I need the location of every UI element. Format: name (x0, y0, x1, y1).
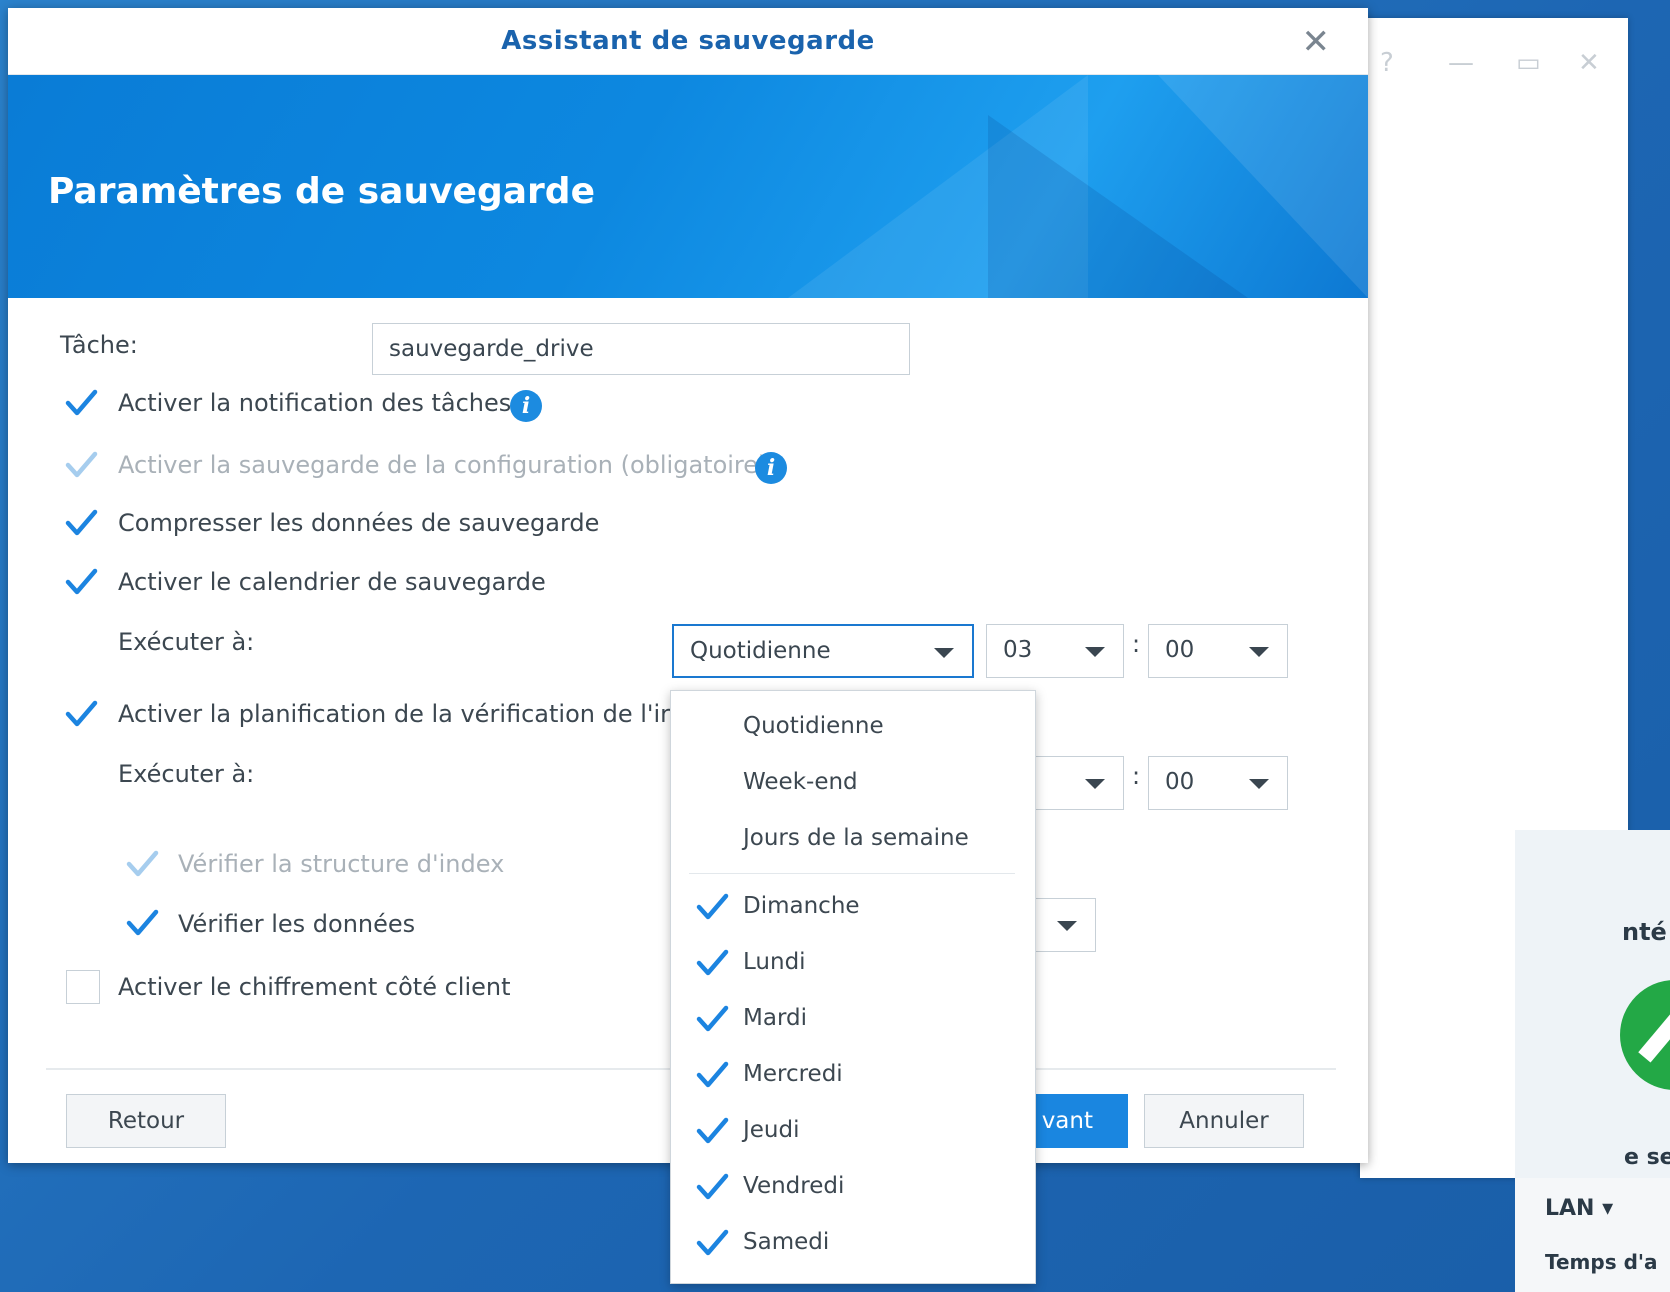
help-icon[interactable]: ? (1380, 48, 1394, 78)
frequency-select[interactable]: Quotidienne (672, 624, 974, 678)
integrity-minute-select[interactable]: 00 (1148, 756, 1288, 810)
verify-data-label: Vérifier les données (178, 910, 416, 938)
encryption-checkbox[interactable] (66, 970, 100, 1004)
day-label[interactable]: Mardi (743, 1005, 807, 1031)
schedule-label: Activer le calendrier de sauvegarde (118, 568, 546, 596)
chevron-down-icon (1085, 647, 1105, 657)
partial-status-text: nté (1622, 918, 1667, 946)
integrity-check-label: Activer la planification de la vérificat… (118, 700, 671, 728)
maximize-icon[interactable]: ▭ (1516, 48, 1541, 78)
chevron-down-icon (934, 648, 954, 658)
notification-checkbox[interactable] (64, 386, 98, 420)
notification-label: Activer la notification des tâches (118, 389, 512, 417)
dialog-titlebar: Assistant de sauvegarde ✕ (8, 8, 1368, 75)
dialog-banner: Paramètres de sauvegarde (8, 75, 1368, 298)
verify-data-checkbox[interactable] (125, 906, 159, 940)
menu-item-daily[interactable]: Quotidienne (743, 713, 884, 739)
menu-divider (689, 873, 1015, 874)
day-label[interactable]: Lundi (743, 949, 806, 975)
uptime-label: Temps d'a (1545, 1250, 1658, 1274)
verify-index-label: Vérifier la structure d'index (178, 850, 505, 878)
day-label[interactable]: Samedi (743, 1229, 829, 1255)
banner-title: Paramètres de sauvegarde (48, 171, 595, 212)
day-checkbox-sunday[interactable] (695, 890, 729, 924)
background-network-panel: LAN ▾ Temps d'a (1515, 1178, 1670, 1292)
partial-status-text-2: e se (1624, 1145, 1670, 1170)
schedule-checkbox[interactable] (64, 565, 98, 599)
day-checkbox-friday[interactable] (695, 1170, 729, 1204)
chevron-down-icon (1085, 779, 1105, 789)
compress-checkbox[interactable] (64, 506, 98, 540)
frequency-value: Quotidienne (690, 638, 831, 664)
compress-label: Compresser les données de sauvegarde (118, 509, 600, 537)
day-label[interactable]: Dimanche (743, 893, 860, 919)
task-label: Tâche: (60, 331, 138, 359)
day-label[interactable]: Jeudi (743, 1117, 800, 1143)
dialog-title: Assistant de sauvegarde (501, 26, 875, 56)
day-label[interactable]: Vendredi (743, 1173, 844, 1199)
lan-dropdown[interactable]: LAN ▾ (1545, 1196, 1613, 1221)
close-icon[interactable]: ✕ (1578, 48, 1600, 78)
integrity-minute-value: 00 (1165, 769, 1195, 795)
menu-item-weekend[interactable]: Week-end (743, 769, 858, 795)
day-checkbox-saturday[interactable] (695, 1226, 729, 1260)
day-checkbox-wednesday[interactable] (695, 1058, 729, 1092)
chevron-down-icon (1249, 647, 1269, 657)
back-button[interactable]: Retour (66, 1094, 226, 1148)
frequency-dropdown-menu: Quotidienne Week-end Jours de la semaine… (670, 690, 1036, 1284)
integrity-run-at-label: Exécuter à: (118, 760, 255, 788)
config-backup-label: Activer la sauvegarde de la configuratio… (118, 451, 768, 479)
config-backup-checkbox (64, 448, 98, 482)
integrity-check-checkbox[interactable] (64, 697, 98, 731)
info-icon[interactable]: i (510, 390, 542, 422)
chevron-down-icon (1057, 921, 1077, 931)
hour-select[interactable]: 03 (986, 624, 1124, 678)
encryption-label: Activer le chiffrement côté client (118, 973, 511, 1001)
time-separator: : (1132, 762, 1141, 790)
day-checkbox-monday[interactable] (695, 946, 729, 980)
chevron-down-icon (1249, 779, 1269, 789)
run-at-label: Exécuter à: (118, 628, 255, 656)
menu-item-weekdays[interactable]: Jours de la semaine (743, 825, 969, 851)
day-checkbox-thursday[interactable] (695, 1114, 729, 1148)
minute-value: 00 (1165, 637, 1195, 663)
verify-index-checkbox (125, 847, 159, 881)
close-icon[interactable]: ✕ (1302, 22, 1331, 62)
minimize-icon[interactable]: — (1448, 48, 1474, 78)
task-name-input[interactable] (372, 323, 910, 375)
day-checkbox-tuesday[interactable] (695, 1002, 729, 1036)
cancel-button[interactable]: Annuler (1144, 1094, 1304, 1148)
day-label[interactable]: Mercredi (743, 1061, 843, 1087)
minute-select[interactable]: 00 (1148, 624, 1288, 678)
info-icon[interactable]: i (755, 452, 787, 484)
hour-value: 03 (1003, 637, 1033, 663)
time-separator: : (1132, 630, 1141, 658)
